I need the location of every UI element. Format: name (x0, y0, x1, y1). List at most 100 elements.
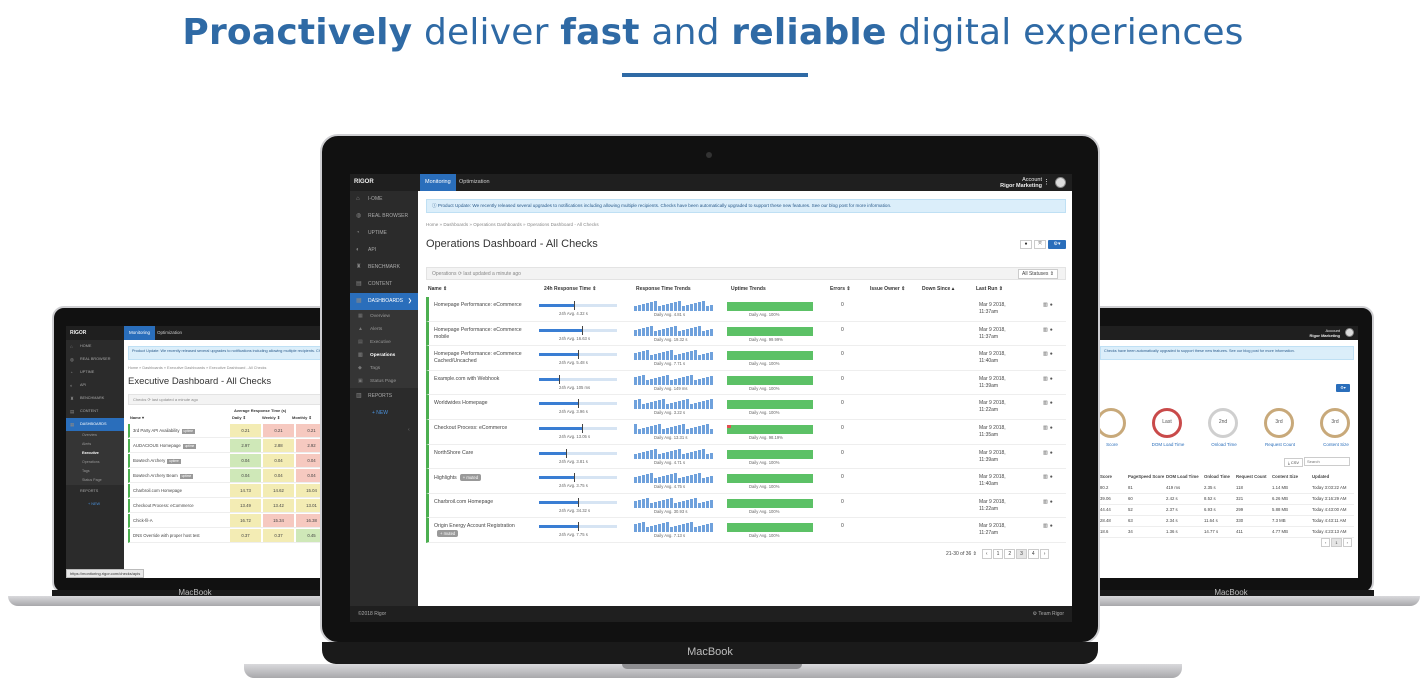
center-status-select[interactable]: All Statuses ⇕ (1018, 269, 1058, 279)
center-tab-monitoring[interactable]: Monitoring (420, 174, 456, 191)
gear-icon[interactable]: ● (1050, 450, 1053, 456)
pager-page[interactable]: 1 (992, 549, 1004, 559)
center-breadcrumb[interactable]: Home » Dashboards » Operations Dashboard… (426, 222, 599, 227)
sidebar-item[interactable]: ♜ BENCHMARK (350, 259, 418, 276)
sidebar-item-reports[interactable]: ▥ REPORTS (350, 388, 418, 405)
column-header[interactable]: Daily ⇕ (232, 415, 246, 420)
check-name[interactable]: AUDACIOUS Homepage uptime (133, 439, 228, 452)
chart-icon[interactable]: ▥ (1043, 376, 1048, 382)
check-name[interactable]: Worldwides Homepage (434, 400, 529, 407)
sidebar-subitem[interactable]: Overview (66, 431, 124, 440)
sidebar-subitem[interactable]: Executive (66, 449, 124, 458)
sidebar-item[interactable]: ▦ DASHBOARDS (66, 418, 124, 431)
check-name[interactable]: Checkout Process: eCommerce (133, 499, 228, 512)
sidebar-item[interactable]: ⌂ HOME (66, 340, 124, 353)
table-row[interactable]: NorthShore Care 24h Avg. 3.81 s Daily Avg.… (426, 444, 1066, 470)
sidebar-item[interactable]: ◔ UPTIME (66, 366, 124, 379)
table-row[interactable]: 80.2 81 419 ms 2.35 s 118 1.14 MB Today 3:03:2… (1100, 485, 1354, 494)
center-expand-button[interactable]: ⤧ (1034, 240, 1046, 249)
center-logo[interactable]: RIGOR (354, 179, 374, 185)
collapse-icon[interactable]: ‹ (350, 427, 418, 433)
gear-icon[interactable]: ● (1050, 523, 1053, 529)
sidebar-item[interactable]: ◔ UPTIME (350, 225, 418, 242)
table-row[interactable]: Highlights + muted 24h Avg. 3.75 s Daily Av… (426, 469, 1066, 494)
column-header[interactable]: Response Time Trends (636, 286, 691, 292)
table-row[interactable]: 18.6 34 1.36 s 14.77 s 411 4.77 MB Today 4:23:… (1100, 529, 1354, 538)
left-tab-monitoring[interactable]: Monitoring (124, 326, 156, 340)
sidebar-subitem[interactable]: Operations (66, 458, 124, 467)
check-name[interactable]: Homepage Performance: eCommerce mobile (434, 327, 529, 341)
sidebar-item[interactable]: ◐ API (350, 242, 418, 259)
column-header[interactable]: Name ▾ (130, 415, 144, 420)
sidebar-item[interactable]: ▤ CONTENT (66, 405, 124, 418)
sidebar-subitem[interactable]: Alerts (66, 440, 124, 449)
chart-icon[interactable]: ▥ (1043, 425, 1048, 431)
table-row[interactable]: Homepage Performance: eCommerce mobile 24… (426, 321, 1066, 347)
left-tab-optimization[interactable]: Optimization (152, 326, 187, 340)
gear-icon[interactable]: ● (1050, 351, 1053, 357)
table-row[interactable]: Example.com with Webhook 24h Avg. 105 ms D… (426, 370, 1066, 396)
sidebar-subitem[interactable]: ▥ Operations (350, 349, 418, 362)
gear-icon[interactable]: ● (1050, 400, 1053, 406)
sidebar-item[interactable]: ◐ API (66, 379, 124, 392)
table-row[interactable]: Charbroil.com Homepage 14.73 14.62 15.04 (128, 484, 320, 498)
pager-prev[interactable]: ‹ (981, 549, 992, 559)
table-row[interactable]: Checkout Process: eCommerce 13.49 13.42 13.… (128, 499, 320, 513)
chart-icon[interactable]: ▥ (1043, 302, 1048, 308)
check-name[interactable]: Charbroil.com Homepage (434, 499, 529, 506)
column-header[interactable]: Monthly ⇕ (292, 415, 312, 420)
chart-icon[interactable]: ▥ (1043, 400, 1048, 406)
right-settings-button[interactable]: ⚙▾ (1336, 384, 1350, 392)
check-name[interactable]: Origin Energy Account Registration+ mute… (434, 523, 529, 538)
chart-icon[interactable]: ▥ (1043, 450, 1048, 456)
column-header[interactable]: Uptime Trends (731, 286, 766, 292)
table-row[interactable]: 3rd Party API Availability uptime 0.21 0.21… (128, 424, 320, 438)
table-row[interactable]: Chick-fil-A 16.72 15.34 16.38 (128, 514, 320, 528)
left-breadcrumb[interactable]: Home » Dashboards » Executive Dashboards… (128, 366, 266, 370)
chart-icon[interactable]: ▥ (1043, 499, 1048, 505)
center-info-button[interactable]: ● (1020, 240, 1032, 249)
table-row[interactable]: Charbroil.com Homepage 24h Avg. 34.32 s Da… (426, 493, 1066, 519)
right-account[interactable]: Account Rigor Marketing (1310, 328, 1340, 338)
chart-icon[interactable]: ▥ (1043, 351, 1048, 357)
sidebar-item[interactable]: ▤ CONTENT (350, 276, 418, 293)
sidebar-subitem[interactable]: ▤ Executive (350, 336, 418, 349)
table-row[interactable]: DNS Override with proper host test 0.37 0.… (128, 529, 320, 543)
sidebar-item[interactable]: ▦ DASHBOARDS ❯ (350, 293, 418, 310)
check-name[interactable]: Charbroil.com Homepage (133, 484, 228, 497)
check-name[interactable]: NorthShore Care (434, 450, 529, 457)
pager-page[interactable]: 2 (1004, 549, 1016, 559)
sidebar-subitem[interactable]: ▣ Status Page (350, 375, 418, 388)
right-avatar[interactable] (1345, 328, 1354, 337)
column-header[interactable]: Request Count (1236, 474, 1267, 479)
column-header[interactable]: Updated (1312, 474, 1329, 479)
table-row[interactable]: Worldwides Homepage 24h Avg. 3.96 s Daily … (426, 395, 1066, 420)
check-name[interactable]: Homepage Performance: eCommerce (434, 302, 529, 309)
sidebar-subitem[interactable]: Status Page (66, 476, 124, 485)
center-settings-button[interactable]: ⚙▾ (1048, 240, 1066, 249)
column-header[interactable]: 24h Response Time ⇕ (544, 286, 596, 292)
gear-icon[interactable]: ● (1050, 302, 1053, 308)
check-name[interactable]: 3rd Party API Availability uptime (133, 424, 228, 437)
gear-icon[interactable]: ● (1050, 425, 1053, 431)
column-header[interactable]: Issue Owner ⇕ (870, 286, 905, 292)
pager-page[interactable]: 3 (1016, 549, 1027, 559)
table-row[interactable]: AUDACIOUS Homepage uptime 2.97 2.88 2.92 (128, 439, 320, 453)
sidebar-item[interactable]: ⌂ I-OME (350, 191, 418, 208)
table-row[interactable]: 28.48 63 2.34 s 11.64 s 330 7.3 MB Today 4:43:… (1100, 518, 1354, 527)
gear-icon[interactable]: ● (1050, 474, 1053, 480)
sidebar-subitem[interactable]: ▲ Alerts (350, 323, 418, 336)
new-button[interactable]: + NEW (350, 405, 418, 421)
right-csv-button[interactable]: ⤓ CSV (1284, 458, 1304, 467)
column-header[interactable]: DOM Load Time (1166, 474, 1199, 479)
center-account[interactable]: Account Rigor Marketing (1000, 177, 1042, 189)
table-row[interactable]: Bowtech Archery Beam uptime 0.04 0.04 0.04 (128, 469, 320, 483)
column-header[interactable]: Down Since ▴ (922, 286, 954, 292)
check-name[interactable]: Bowtech Archery Beam uptime (133, 469, 228, 482)
sidebar-item[interactable]: ♜ BENCHMARK (66, 392, 124, 405)
sidebar-item[interactable]: ◍ REAL BROWSER (66, 353, 124, 366)
check-name[interactable]: Homepage Performance: eCommerce Cached/U… (434, 351, 529, 365)
chart-icon[interactable]: ▥ (1043, 327, 1048, 333)
center-menu-dots-icon[interactable]: ⋮ (1043, 178, 1050, 186)
right-search-input[interactable] (1304, 457, 1350, 466)
